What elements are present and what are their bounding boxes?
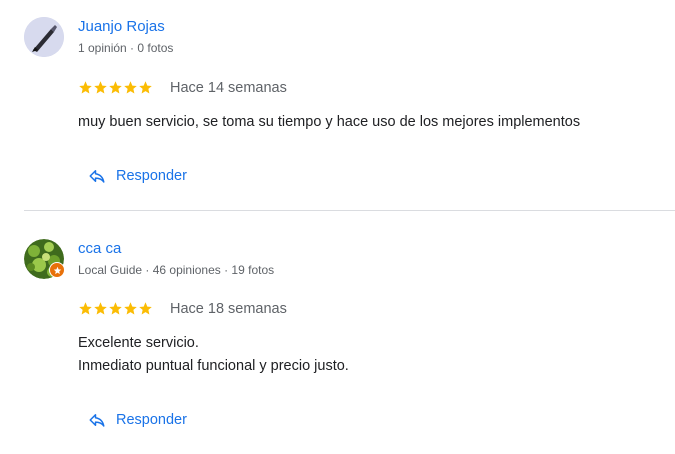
star-rating bbox=[78, 301, 153, 317]
star-icon bbox=[124, 302, 137, 315]
star-icon bbox=[139, 81, 152, 94]
review-author[interactable]: Juanjo Rojas bbox=[78, 18, 165, 36]
review-author-meta: Local Guide · 46 opiniones · 19 fotos bbox=[78, 263, 275, 277]
review-author[interactable]: cca ca bbox=[78, 240, 121, 258]
review-text-line: muy buen servicio, se toma su tiempo y h… bbox=[78, 114, 581, 130]
star-icon bbox=[109, 81, 122, 94]
star-icon bbox=[79, 302, 92, 315]
star-icon bbox=[79, 81, 92, 94]
review-text-line: Inmediato puntual funcional y precio jus… bbox=[78, 358, 349, 374]
reply-button[interactable]: Responder bbox=[88, 165, 187, 187]
reply-arrow-icon bbox=[89, 170, 105, 183]
review-time: Hace 18 semanas bbox=[170, 301, 287, 317]
star-icon bbox=[94, 302, 107, 315]
avatar-image-icon bbox=[24, 17, 64, 57]
star-icon bbox=[139, 302, 152, 315]
reply-button[interactable]: Responder bbox=[88, 409, 187, 431]
reply-arrow-icon bbox=[89, 414, 105, 427]
avatar[interactable] bbox=[24, 17, 64, 57]
local-guide-badge-icon bbox=[49, 262, 65, 278]
review-text-line: Excelente servicio. bbox=[78, 335, 199, 351]
star-icon bbox=[94, 81, 107, 94]
review-time: Hace 14 semanas bbox=[170, 80, 287, 96]
star-rating bbox=[78, 80, 153, 96]
reply-button-label: Responder bbox=[116, 412, 187, 428]
star-icon bbox=[109, 302, 122, 315]
review-author-meta: 1 opinión · 0 fotos bbox=[78, 41, 174, 55]
review-card: Juanjo Rojas 1 opinión · 0 fotos Hace 14… bbox=[0, 0, 675, 210]
review-card: cca ca Local Guide · 46 opiniones · 19 f… bbox=[0, 211, 675, 454]
star-icon bbox=[124, 81, 137, 94]
reply-button-label: Responder bbox=[116, 168, 187, 184]
